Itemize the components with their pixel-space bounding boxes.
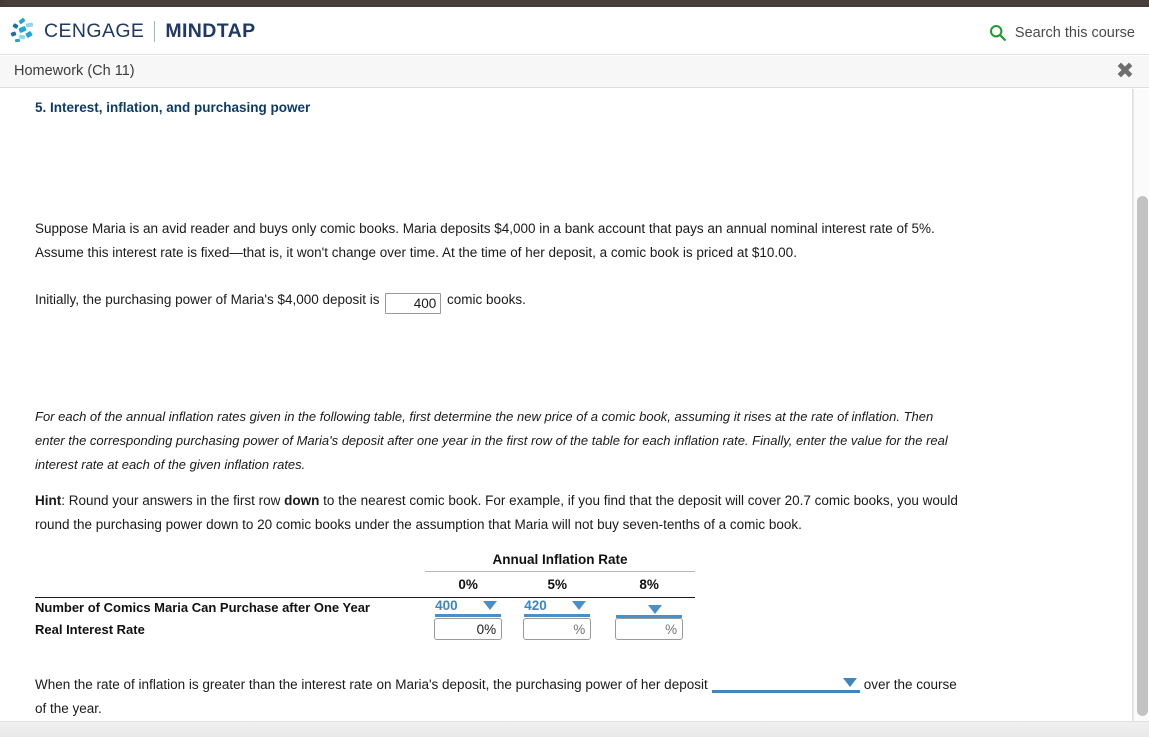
- row-label-real-interest-rate: Real Interest Rate: [35, 621, 145, 637]
- comics-cell-2: [603, 597, 695, 618]
- table-row: Real Interest Rate: [35, 618, 695, 640]
- app-window: CENGAGE MINDTAP Search this course Homew…: [0, 0, 1149, 737]
- inflation-table: Annual Inflation Rate 0% 5% 8% Number of…: [35, 549, 695, 640]
- chevron-down-icon: [483, 601, 498, 611]
- instructions-paragraph: For each of the annual inflation rates g…: [35, 409, 948, 472]
- real-rate-input-2[interactable]: [615, 618, 684, 640]
- content-scrollbar-thumb[interactable]: [1137, 196, 1148, 716]
- comics-cell-0: 400: [425, 597, 511, 618]
- content-scrollbar-track[interactable]: [1133, 89, 1149, 721]
- initial-prefix-text: Initially, the purchasing power of Maria…: [35, 292, 380, 307]
- chevron-down-icon: [842, 678, 857, 687]
- browser-chrome-tabstrip: [4, 0, 1149, 5]
- page-title: 5. Interest, inflation, and purchasing p…: [35, 100, 311, 115]
- search-icon: [989, 25, 1006, 41]
- comics-dropdown-1[interactable]: 420: [524, 598, 591, 618]
- comics-dropdown-0-value: 400: [435, 598, 458, 614]
- real-rate-cell-1: [511, 618, 603, 640]
- table-header-spacer: [35, 571, 425, 598]
- assignment-bar: Homework (Ch 11) ✖: [0, 56, 1149, 88]
- app-header: CENGAGE MINDTAP Search this course: [0, 7, 1149, 55]
- brand-name-cengage: CENGAGE: [44, 19, 145, 42]
- close-icon[interactable]: ✖: [1111, 58, 1139, 86]
- row-label-comics-count: Number of Comics Maria Can Purchase afte…: [35, 600, 370, 616]
- table-column-header-row: 0% 5% 8%: [35, 571, 695, 598]
- question-intro-paragraph: Suppose Maria is an avid reader and buys…: [35, 217, 995, 265]
- initial-suffix-text: comic books.: [447, 292, 526, 307]
- chevron-down-icon: [572, 601, 587, 611]
- brand-logo[interactable]: CENGAGE MINDTAP: [10, 16, 256, 46]
- bottom-strip: [0, 721, 1149, 737]
- initial-purchasing-power-input[interactable]: [385, 293, 442, 314]
- question-content-pane: 5. Interest, inflation, and purchasing p…: [0, 89, 1133, 721]
- table-group-header-row: Annual Inflation Rate: [35, 549, 695, 572]
- conclusion-paragraph: When the rate of inflation is greater th…: [35, 673, 965, 721]
- search-course-button[interactable]: Search this course: [989, 24, 1135, 41]
- comics-dropdown-1-value: 420: [524, 598, 547, 614]
- real-rate-cell-2: [603, 618, 695, 640]
- table-header-rate-1: 5%: [511, 571, 604, 598]
- cengage-logo-icon: [10, 17, 37, 44]
- hint-paragraph: Hint: Round your answers in the first ro…: [35, 489, 965, 537]
- brand-name-mindtap: MINDTAP: [165, 19, 256, 42]
- real-rate-input-1[interactable]: [523, 618, 592, 640]
- real-rate-cell-0: [425, 618, 511, 640]
- conclusion-dropdown[interactable]: [711, 675, 860, 693]
- conclusion-text-before: When the rate of inflation is greater th…: [35, 677, 708, 692]
- assignment-title: Homework (Ch 11): [14, 63, 135, 79]
- table-corner-cell: [35, 549, 425, 571]
- hint-text-part1: : Round your answers in the first row: [61, 493, 285, 508]
- browser-chrome-bar: [0, 0, 1149, 7]
- intro-line-1: Suppose Maria is an avid reader and buys…: [35, 221, 935, 236]
- initial-purchasing-power-line: Initially, the purchasing power of Maria…: [35, 288, 526, 314]
- comics-dropdown-0[interactable]: 400: [435, 598, 502, 618]
- intro-line-2: Assume this interest rate is fixed—that …: [35, 245, 797, 260]
- comics-dropdown-2[interactable]: [616, 605, 683, 618]
- hint-label: Hint: [35, 493, 62, 508]
- chevron-down-icon: [648, 605, 663, 614]
- real-rate-input-0[interactable]: [434, 618, 503, 640]
- search-label: Search this course: [1014, 24, 1135, 41]
- table-row: Number of Comics Maria Can Purchase afte…: [35, 597, 695, 618]
- table-group-header: Annual Inflation Rate: [425, 549, 695, 572]
- brand-separator: [154, 20, 156, 42]
- table-header-rate-0: 0%: [425, 571, 512, 598]
- hint-emphasis: down: [284, 493, 320, 508]
- comics-cell-1: 420: [511, 597, 603, 618]
- table-header-rate-2: 8%: [603, 571, 695, 598]
